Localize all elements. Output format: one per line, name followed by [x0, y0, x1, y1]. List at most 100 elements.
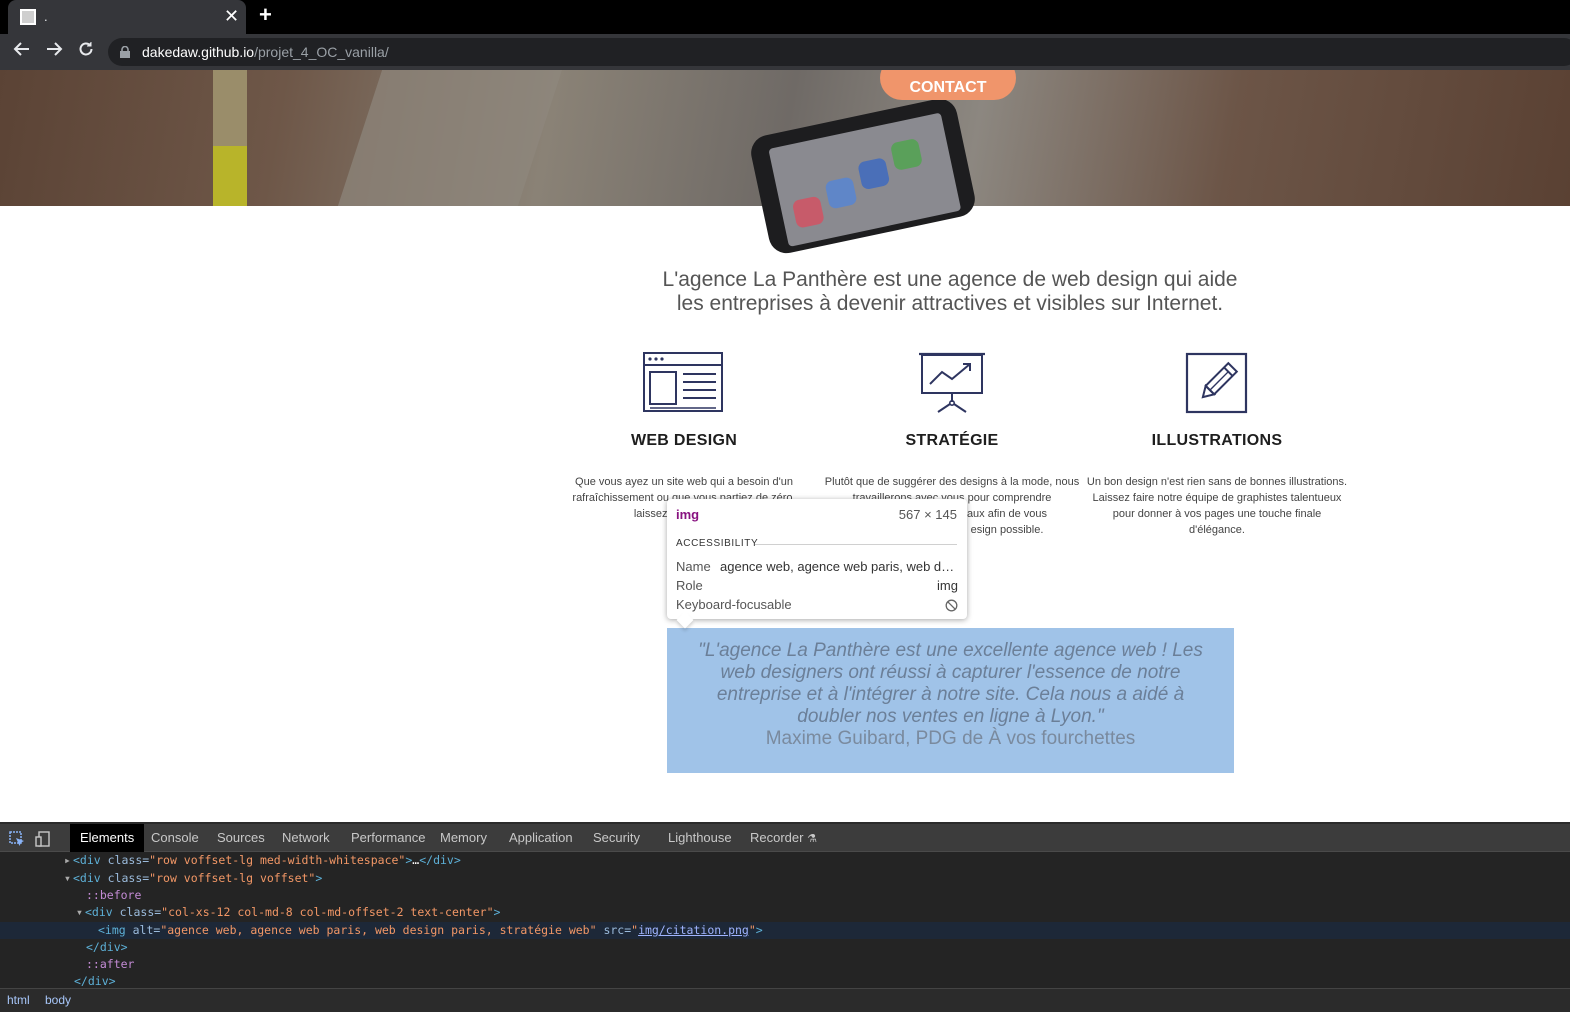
- tooltip-key: Keyboard-focusable: [676, 597, 792, 612]
- dom-src-link[interactable]: img/citation.png: [638, 923, 749, 937]
- service-title: STRATÉGIE: [905, 432, 999, 449]
- breadcrumb-html[interactable]: html: [7, 993, 30, 1007]
- close-tab-icon[interactable]: ✕: [224, 6, 239, 27]
- presentation-chart-icon: [919, 352, 985, 413]
- tooltip-value: img: [937, 578, 958, 593]
- hero-banner-image: CONTACT: [0, 70, 1570, 257]
- dom-pseudo: ::before: [86, 888, 142, 902]
- dom-tag: >: [493, 905, 501, 919]
- lock-icon: [120, 46, 130, 58]
- tooltip-row-role: Role img: [676, 578, 958, 596]
- tab-recorder-label: Recorder: [750, 830, 804, 845]
- browser-toolbar: dakedaw.github.io/projet_4_OC_vanilla/: [0, 34, 1570, 70]
- tooltip-tag: img: [676, 507, 700, 522]
- devtools-panel: Elements Console Sources Network Perform…: [0, 822, 1570, 1012]
- favicon-icon: [20, 9, 36, 25]
- collapse-triangle-icon[interactable]: ▾: [64, 870, 73, 887]
- dom-attr: src=: [596, 923, 632, 937]
- url-text: dakedaw.github.io/projet_4_OC_vanilla/: [142, 44, 389, 60]
- intro-line: L'agence La Panthère est une agence de w…: [662, 268, 1238, 291]
- tooltip-size: 567 × 145: [898, 507, 957, 522]
- breadcrumb-body[interactable]: body: [45, 993, 71, 1007]
- dom-tag: <div: [73, 853, 101, 867]
- browser-tabstrip: . ✕ +: [0, 0, 1570, 34]
- tooltip-row-focusable: Keyboard-focusable: [676, 597, 958, 615]
- inspector-tooltip: img 567 × 145 ACCESSIBILITY Name agence …: [667, 499, 967, 619]
- collapse-triangle-icon[interactable]: ▾: [76, 904, 85, 921]
- tab-application[interactable]: Application: [499, 824, 583, 852]
- dom-attr: alt=: [125, 923, 161, 937]
- dom-pseudo: ::after: [86, 957, 135, 971]
- testimonial-author: Maxime Guibard, PDG de À vos fourchettes: [765, 728, 1136, 749]
- address-bar[interactable]: dakedaw.github.io/projet_4_OC_vanilla/: [108, 38, 1570, 66]
- tab-recorder[interactable]: Recorder ⚗: [740, 824, 827, 852]
- dom-node[interactable]: </div>: [0, 939, 1570, 956]
- service-title: ILLUSTRATIONS: [1151, 432, 1283, 449]
- dom-tag: </div>: [74, 974, 116, 988]
- dom-tag: <div: [73, 871, 101, 885]
- tab-memory[interactable]: Memory: [430, 824, 497, 852]
- dom-value: "col-xs-12 col-md-8 col-md-offset-2 text…: [161, 905, 494, 919]
- dom-node-selected[interactable]: <img alt="agence web, agence web paris, …: [0, 922, 1570, 939]
- testimonial-quote-image: "L'agence La Panthère est une excellente…: [667, 628, 1234, 773]
- tooltip-value: agence web, agence web paris, web de...: [720, 559, 958, 574]
- hero-pencil-tip: [213, 146, 247, 206]
- tab-console[interactable]: Console: [141, 824, 209, 852]
- dom-tree: ▸ <div class="row voffset-lg med-width-wh…: [0, 852, 1570, 988]
- dom-value: ": [748, 923, 756, 937]
- tab-lighthouse[interactable]: Lighthouse: [658, 824, 742, 852]
- service-text: Un bon design n'est rien sans de bonnes …: [1086, 476, 1348, 536]
- tooltip-key: Role: [676, 578, 703, 593]
- intro-text: L'agence La Panthère est une agence de w…: [600, 268, 1300, 316]
- service-illustrations: ILLUSTRATIONS Un bon design n'est rien s…: [1082, 352, 1352, 538]
- hero-phone: [747, 95, 979, 257]
- tab-sources[interactable]: Sources: [207, 824, 275, 852]
- browser-tab[interactable]: . ✕: [8, 0, 246, 34]
- app-icon: [857, 157, 891, 191]
- reload-icon[interactable]: [74, 40, 98, 64]
- dom-node[interactable]: ▾ <div class="col-xs-12 col-md-8 col-md-o…: [0, 904, 1570, 921]
- hero-paper: [337, 70, 563, 206]
- contact-button[interactable]: CONTACT: [880, 70, 1016, 100]
- tooltip-key: Name: [676, 559, 711, 574]
- testimonial-quote-text: "L'agence La Panthère est une excellente…: [698, 640, 1203, 727]
- device-toggle-icon[interactable]: [34, 830, 52, 848]
- back-arrow-icon[interactable]: [10, 40, 34, 64]
- forward-arrow-icon[interactable]: [42, 40, 66, 64]
- flask-icon: ⚗: [807, 833, 817, 845]
- hero-phone-screen: [768, 112, 962, 247]
- dom-value: "agence web, agence web paris, web desig…: [160, 923, 597, 937]
- service-title: WEB DESIGN: [630, 432, 738, 449]
- dom-tag: <div: [85, 905, 113, 919]
- new-tab-icon[interactable]: +: [259, 2, 272, 28]
- dom-tag: <img: [98, 923, 126, 937]
- browser-window-icon: [643, 352, 723, 412]
- tab-elements[interactable]: Elements: [70, 824, 145, 852]
- app-icon: [791, 195, 825, 229]
- tab-title: .: [44, 9, 48, 24]
- devtools-breadcrumbs: html body: [0, 988, 1570, 1012]
- intro-line: les entreprises à devenir attractives et…: [676, 292, 1224, 315]
- expand-triangle-icon[interactable]: ▸: [64, 852, 73, 869]
- dom-attr: class=: [100, 853, 150, 867]
- dom-node[interactable]: ::before: [0, 887, 1570, 904]
- dom-tag: >: [755, 923, 763, 937]
- app-icon: [889, 137, 924, 172]
- url-host: dakedaw.github.io: [142, 44, 255, 60]
- dom-attr: class=: [100, 871, 150, 885]
- app-icon: [824, 176, 858, 210]
- dom-node[interactable]: ::after: [0, 956, 1570, 973]
- tab-performance[interactable]: Performance: [341, 824, 435, 852]
- url-path: /projet_4_OC_vanilla/: [254, 44, 389, 60]
- dom-node[interactable]: ▸ <div class="row voffset-lg med-width-wh…: [0, 852, 1570, 869]
- tab-security[interactable]: Security: [583, 824, 650, 852]
- devtools-tabbar: Elements Console Sources Network Perform…: [0, 822, 1570, 852]
- tab-network[interactable]: Network: [272, 824, 340, 852]
- inspect-element-icon[interactable]: [8, 830, 26, 848]
- page-viewport: CONTACT L'agence La Panthère est une age…: [0, 70, 1570, 822]
- dom-attr: class=: [112, 905, 162, 919]
- dom-node[interactable]: ▾ <div class="row voffset-lg voffset">: [0, 870, 1570, 887]
- tooltip-row-name: Name agence web, agence web paris, web d…: [676, 559, 958, 577]
- dom-value: "row voffset-lg voffset": [149, 871, 316, 885]
- pencil-icon: [1185, 352, 1248, 414]
